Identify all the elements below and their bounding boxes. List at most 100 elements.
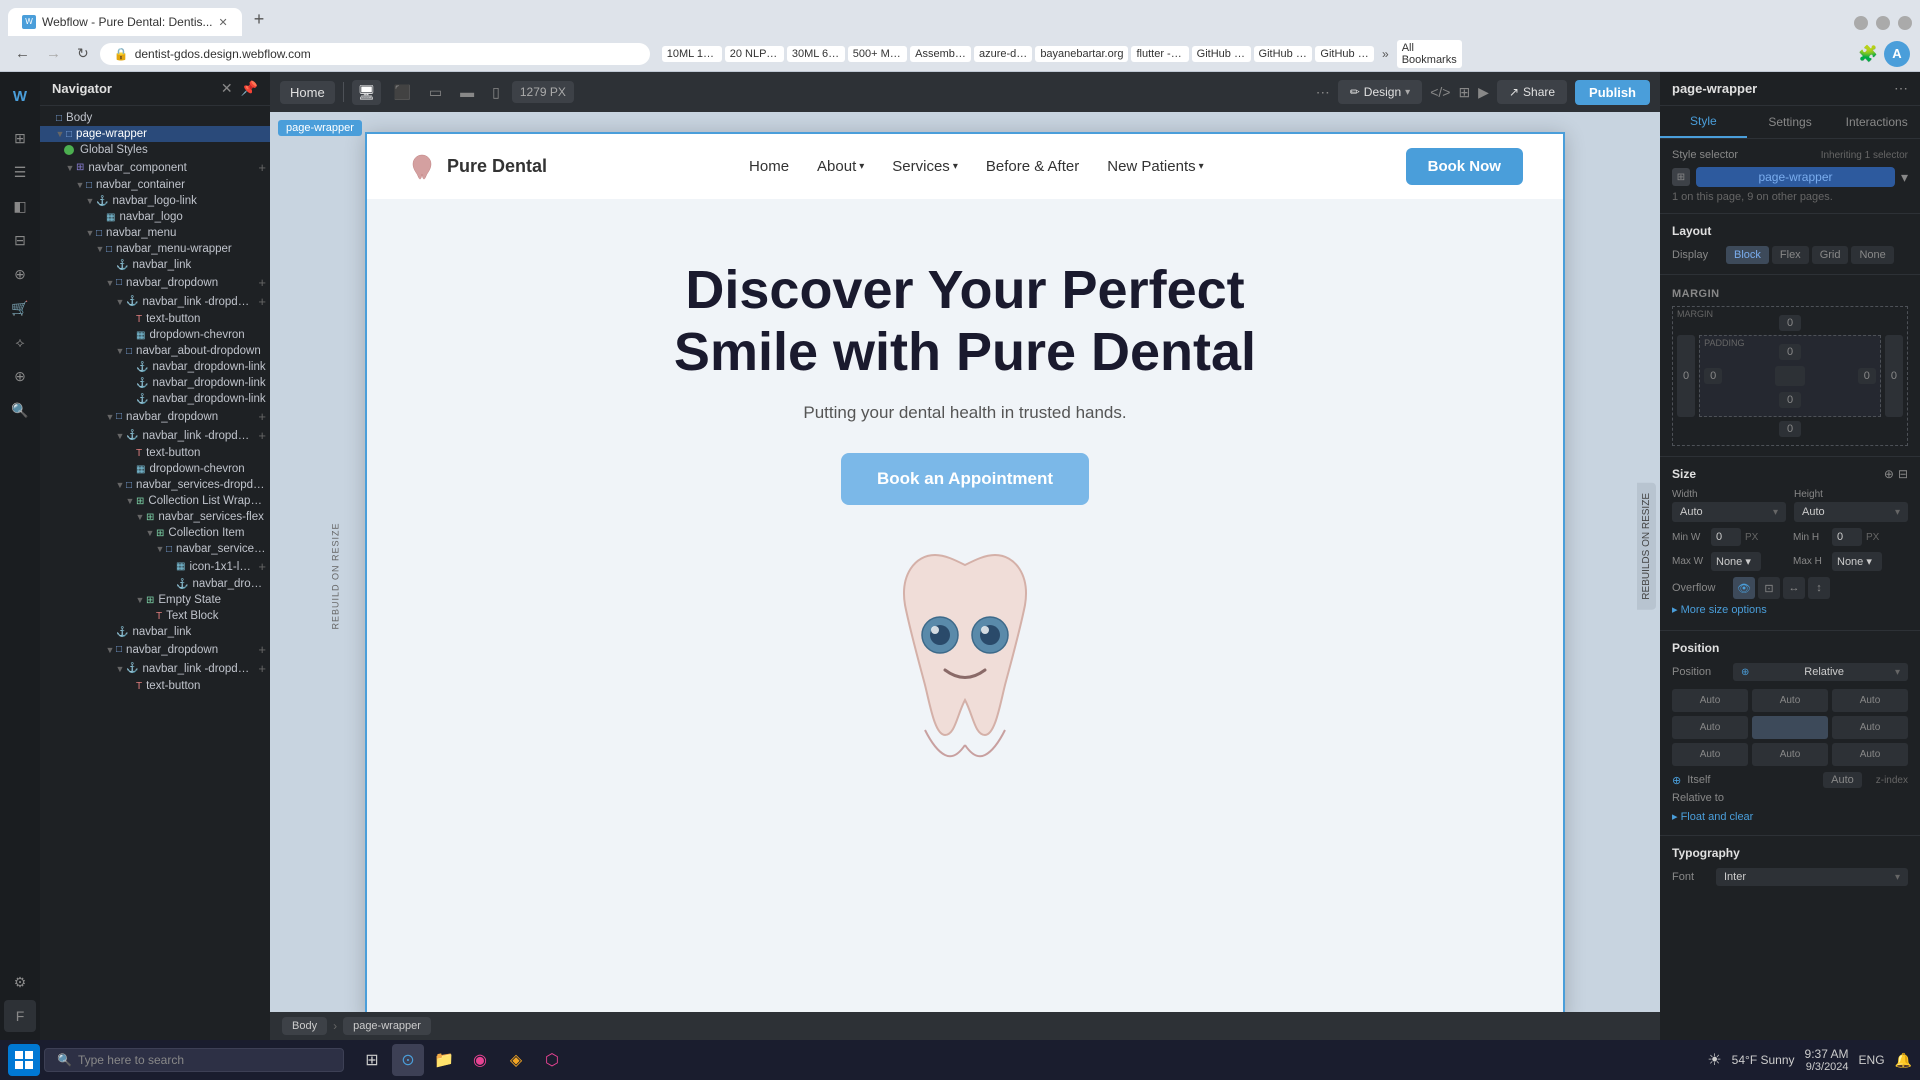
tree-item-navbar_about-dropdown[interactable]: ▼□navbar_about-dropdown [40,343,270,359]
tree-item-navbar_menu[interactable]: ▼□navbar_menu [40,225,270,241]
tree-item-collection-list-wrapper[interactable]: ▼⊞Collection List Wrapper [40,493,270,509]
tree-item-navbar_services-dropdown[interactable]: ▼□navbar_services-dropdown [40,477,270,493]
bookmark-item-6[interactable]: bayanebartar.org [1035,46,1128,62]
margin-bottom-value[interactable]: 0 [1779,421,1801,437]
tree-item-navbar_component[interactable]: ▼⊞navbar_component+ [40,158,270,177]
dental-book-now-button[interactable]: Book Now [1406,148,1523,185]
bookmark-item-2[interactable]: 30ML 60ML Eliquid... [787,46,845,62]
canvas-side-tab[interactable]: REBUILDS ON RESIZE [1637,483,1656,610]
maximize-button[interactable] [1876,16,1890,30]
sidebar-icon-navigator[interactable]: ☰ [4,156,36,188]
design-button[interactable]: ✏ Design ▾ [1338,80,1422,104]
display-none-button[interactable]: None [1851,246,1893,264]
tree-item-navbar_dropdown2[interactable]: ▼□navbar_dropdown+ [40,407,270,426]
taskbar-notifications-icon[interactable]: 🔔 [1895,1052,1912,1069]
tree-item-navbar_dropdown[interactable]: ▼□navbar_dropdown+ [40,273,270,292]
tree-add-button[interactable]: + [258,275,266,290]
padding-bottom-value[interactable]: 0 [1779,392,1801,408]
webflow-logo-icon[interactable]: W [4,80,36,112]
tree-item-page-wrapper[interactable]: ▼□page-wrapper [40,126,270,142]
back-button[interactable]: ← [10,43,35,64]
new-tab-button[interactable]: + [244,5,275,34]
extensions-icon[interactable]: 🧩 [1858,44,1878,64]
tree-add-button[interactable]: + [258,160,266,175]
nav-link-about[interactable]: About ▾ [817,158,864,175]
sidebar-icon-font[interactable]: F [4,1000,36,1032]
tree-item-navbar_dropdown-link4[interactable]: ⚓navbar_dropdown-link [40,576,270,592]
position-select[interactable]: ⊕ Relative ▾ [1733,663,1908,681]
device-tablet-landscape-button[interactable]: ⬛ [387,80,416,105]
itself-auto-value[interactable]: Auto [1823,772,1862,788]
tab-close-icon[interactable]: ✕ [219,16,228,29]
padding-top-value[interactable]: 0 [1779,344,1801,360]
pos-cell-tr[interactable]: Auto [1832,689,1908,712]
sidebar-icon-cms[interactable]: ⊟ [4,224,36,256]
overflow-icon-2[interactable]: ⊡ [1758,577,1780,599]
nav-link-before-after[interactable]: Before & After [986,158,1079,175]
toolbar-icon-btn-4[interactable]: ▶ [1478,84,1489,101]
tree-item-navbar_link2[interactable]: ⚓navbar_link [40,624,270,640]
more-size-options-button[interactable]: ▸ More size options [1672,599,1767,620]
sidebar-icon-seo[interactable]: ⊕ [4,360,36,392]
forward-button[interactable]: → [41,43,66,64]
toolbar-icon-btn-1[interactable]: ⋯ [1316,84,1330,101]
tree-add-button[interactable]: + [258,294,266,309]
tree-item-navbar_menu-wrapper[interactable]: ▼□navbar_menu-wrapper [40,241,270,257]
taskbar-app-5[interactable]: ⬡ [536,1044,568,1076]
tree-item-navbar_dropdown-link1[interactable]: ⚓navbar_dropdown-link [40,359,270,375]
sidebar-icon-settings[interactable]: ⚙ [4,966,36,998]
tree-add-button[interactable]: + [258,642,266,657]
breadcrumb-page-wrapper[interactable]: page-wrapper [343,1017,431,1035]
display-block-button[interactable]: Block [1726,246,1769,264]
min-w-input[interactable] [1711,528,1741,546]
tree-item-navbar_services-flex[interactable]: ▼⊞navbar_services-flex [40,509,270,525]
breadcrumb-body[interactable]: Body [282,1017,327,1035]
height-input[interactable]: Auto ▾ [1794,502,1908,522]
display-flex-button[interactable]: Flex [1772,246,1809,264]
taskbar-app-3[interactable]: ◉ [464,1044,496,1076]
tree-item-dropdown-chevron2[interactable]: ▦dropdown-chevron [40,461,270,477]
sidebar-icon-components[interactable]: ◧ [4,190,36,222]
close-button[interactable] [1898,16,1912,30]
toolbar-icon-btn-2[interactable]: </> [1430,84,1450,100]
pos-cell-bc[interactable]: Auto [1752,743,1828,766]
bookmark-item-1[interactable]: 20 NLP Projects wit... [725,46,784,62]
more-bookmarks-button[interactable]: » [1377,45,1394,63]
device-tablet-portrait-button[interactable]: ▭ [423,80,448,105]
taskbar-search[interactable]: 🔍 Type here to search [44,1048,344,1072]
sidebar-icon-assets[interactable]: ⊕ [4,258,36,290]
toolbar-icon-btn-3[interactable]: ⊞ [1458,84,1470,101]
taskbar-app-4[interactable]: ◈ [500,1044,532,1076]
selector-chevron-button[interactable]: ▾ [1901,169,1908,186]
taskbar-app-chrome[interactable]: ⊙ [392,1044,424,1076]
device-desktop-button[interactable]: 🖥 [352,80,382,105]
publish-button[interactable]: Publish [1575,80,1650,105]
width-input[interactable]: Auto ▾ [1672,502,1786,522]
sidebar-icon-search[interactable]: 🔍 [4,394,36,426]
tree-item-navbar_dropdown-link3[interactable]: ⚓navbar_dropdown-link [40,391,270,407]
tree-item-navbar_services-item[interactable]: ▼□navbar_services-item [40,541,270,557]
bookmark-item-4[interactable]: Assembly Line Sche... [910,46,971,62]
all-bookmarks-button[interactable]: All Bookmarks [1397,40,1462,68]
margin-top-value[interactable]: 0 [1779,315,1801,331]
tree-add-button[interactable]: + [258,661,266,676]
device-mobile-portrait-button[interactable]: ▯ [486,80,506,105]
tree-item-body[interactable]: □Body [40,110,270,126]
pos-cell-tc[interactable]: Auto [1752,689,1828,712]
bookmark-item-9[interactable]: GitHub - heartexlab... [1254,46,1313,62]
tree-item-text-button[interactable]: Ttext-button [40,311,270,327]
navigator-close-button[interactable]: ✕ [221,80,233,97]
pos-cell-bl[interactable]: Auto [1672,743,1748,766]
size-icon-1[interactable]: ⊕ [1884,467,1894,481]
overflow-icon-3[interactable]: ↔ [1783,577,1805,599]
pos-cell-ml[interactable]: Auto [1672,716,1748,739]
display-grid-button[interactable]: Grid [1812,246,1849,264]
tree-item-collection-item[interactable]: ▼⊞Collection Item [40,525,270,541]
tree-item-navbar_link[interactable]: ⚓navbar_link [40,257,270,273]
tree-item-navbar_dropdown-link2[interactable]: ⚓navbar_dropdown-link [40,375,270,391]
nav-link-home[interactable]: Home [749,158,789,175]
bookmark-item-5[interactable]: azure-docs/how-to-... [974,46,1032,62]
pos-cell-tl[interactable]: Auto [1672,689,1748,712]
minimize-button[interactable] [1854,16,1868,30]
pos-cell-mr[interactable]: Auto [1832,716,1908,739]
